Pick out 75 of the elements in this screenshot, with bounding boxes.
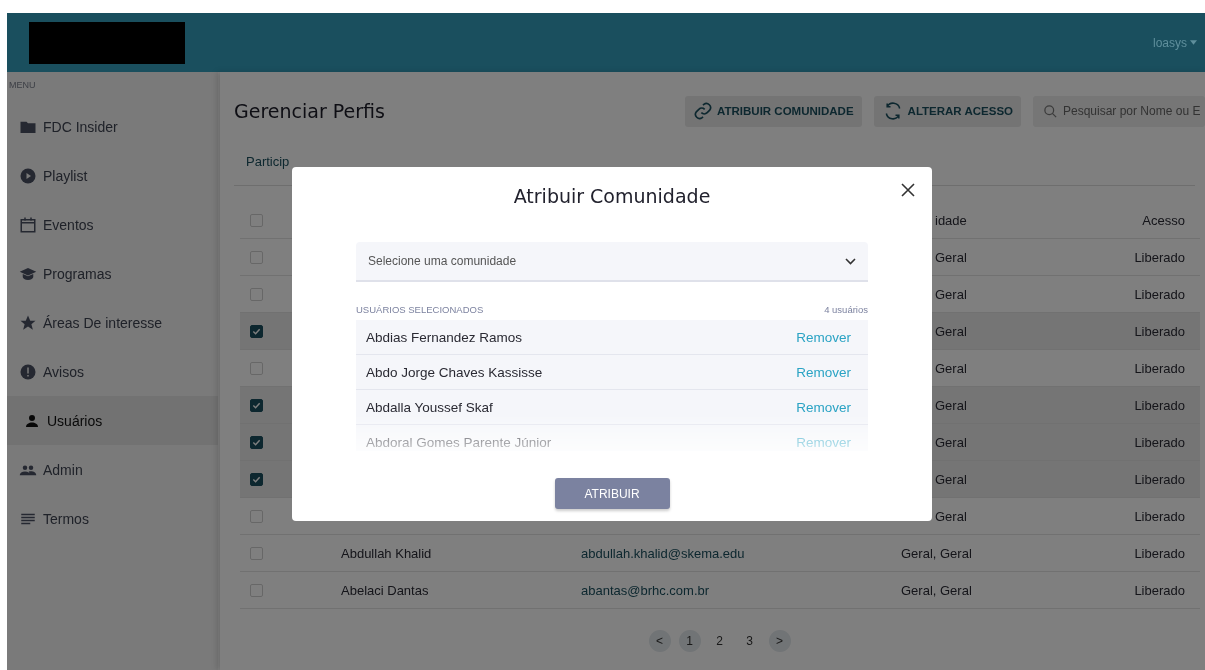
alert-badge-icon bbox=[19, 362, 37, 381]
page-arrow-button[interactable]: < bbox=[648, 630, 671, 652]
caret-icon[interactable] bbox=[1190, 40, 1197, 45]
table-cell-text: Geral bbox=[934, 434, 968, 450]
table-cell-text: Geral bbox=[934, 323, 968, 339]
table-cell: Liberado bbox=[1134, 397, 1185, 413]
list-label: USUÁRIOS SELECIONADOS bbox=[356, 304, 484, 317]
email-link[interactable]: abantas@brhc.com.br bbox=[581, 582, 901, 598]
table-cell-text: Geral bbox=[934, 397, 968, 413]
user-name: Abdoral Gomes Parente Júnior bbox=[366, 434, 552, 450]
table-cell: Liberado bbox=[1134, 471, 1185, 487]
check-icon bbox=[252, 400, 261, 410]
page-arrow-button[interactable]: > bbox=[768, 630, 791, 652]
email-link[interactable]: abdullah.khalid@skema.edu bbox=[581, 545, 901, 561]
table-cell-text: Geral bbox=[934, 360, 968, 376]
dialog-title: Atribuir Comunidade bbox=[512, 185, 712, 209]
play-icon bbox=[19, 166, 37, 185]
table-cell-text: Abelaci Dantas bbox=[341, 582, 430, 598]
assign-community-button[interactable]: ATRIBUIR COMUNIDADE bbox=[685, 95, 862, 127]
page-title: Gerenciar Perfis bbox=[234, 100, 385, 122]
check-icon bbox=[252, 437, 261, 447]
table-cell-text: Geral bbox=[934, 471, 968, 487]
table-cell-text: Geral bbox=[934, 249, 968, 265]
sidebar-item[interactable]: FDC Insider bbox=[7, 102, 218, 151]
sidebar-item[interactable]: Eventos bbox=[7, 200, 218, 249]
table-cell-text: Abdullah Khalid bbox=[341, 545, 433, 561]
menu-heading: MENU bbox=[8, 80, 37, 92]
sidebar-item[interactable]: Termos bbox=[7, 494, 218, 543]
page-button[interactable]: 3 bbox=[738, 630, 761, 652]
assign-button[interactable]: ATRIBUIR bbox=[554, 478, 670, 509]
page-button[interactable]: 1 bbox=[678, 630, 701, 652]
link-icon bbox=[693, 101, 714, 121]
table-cell-text: Geral bbox=[934, 508, 968, 524]
sidebar-item[interactable]: Avisos bbox=[7, 347, 218, 396]
checkbox[interactable] bbox=[250, 324, 263, 338]
sidebar-item[interactable]: Playlist bbox=[7, 151, 218, 200]
checkbox[interactable] bbox=[250, 435, 263, 449]
sidebar-item[interactable]: Admin bbox=[7, 445, 218, 494]
check-icon bbox=[252, 474, 261, 484]
check-icon bbox=[252, 326, 261, 336]
table-cell-text: Geral bbox=[934, 286, 968, 302]
remove-link[interactable]: Remover bbox=[796, 399, 851, 415]
search-field[interactable]: Pesquisar por Nome ou E bbox=[1033, 95, 1205, 127]
column-header: Acesso bbox=[1142, 212, 1185, 228]
community-select[interactable]: Selecione uma comunidade bbox=[356, 242, 868, 282]
table-cell: Liberado bbox=[1134, 249, 1185, 265]
table-cell: Liberado bbox=[1134, 545, 1185, 561]
remove-link[interactable]: Remover bbox=[796, 364, 851, 380]
table-cell: Liberado bbox=[1134, 286, 1185, 302]
remove-link[interactable]: Remover bbox=[796, 329, 851, 345]
checkbox[interactable] bbox=[250, 398, 263, 412]
calendar-icon bbox=[19, 215, 37, 234]
sidebar-item[interactable]: Áreas De interesse bbox=[7, 298, 218, 347]
user-name: Abdo Jorge Chaves Kassisse bbox=[366, 364, 543, 380]
sidebar-item[interactable]: Usuários bbox=[7, 396, 218, 445]
search-icon bbox=[1043, 103, 1058, 119]
checkbox[interactable] bbox=[250, 472, 263, 486]
column-header: idade bbox=[934, 212, 968, 228]
table-cell-text: Geral, Geral bbox=[901, 545, 973, 561]
table-cell: Liberado bbox=[1134, 582, 1185, 598]
table-cell: Liberado bbox=[1134, 508, 1185, 524]
table-cell-text: Geral, Geral bbox=[901, 582, 973, 598]
chevron-down-icon bbox=[845, 257, 856, 265]
close-icon bbox=[901, 183, 915, 197]
table-cell: Liberado bbox=[1134, 323, 1185, 339]
tab[interactable]: Particip bbox=[246, 154, 290, 185]
user-name[interactable]: loasys bbox=[1153, 35, 1187, 50]
page-button[interactable]: 2 bbox=[708, 630, 731, 652]
sidebar-item[interactable]: Programas bbox=[7, 249, 218, 298]
table-cell: Liberado bbox=[1134, 434, 1185, 450]
table-cell: Liberado bbox=[1134, 360, 1185, 376]
user-name: Abdalla Youssef Skaf bbox=[366, 399, 493, 415]
change-access-button[interactable]: ALTERAR ACESSO bbox=[873, 95, 1021, 127]
user-count: 4 usuários bbox=[824, 304, 868, 317]
user-name: Abdias Fernandez Ramos bbox=[366, 329, 523, 345]
